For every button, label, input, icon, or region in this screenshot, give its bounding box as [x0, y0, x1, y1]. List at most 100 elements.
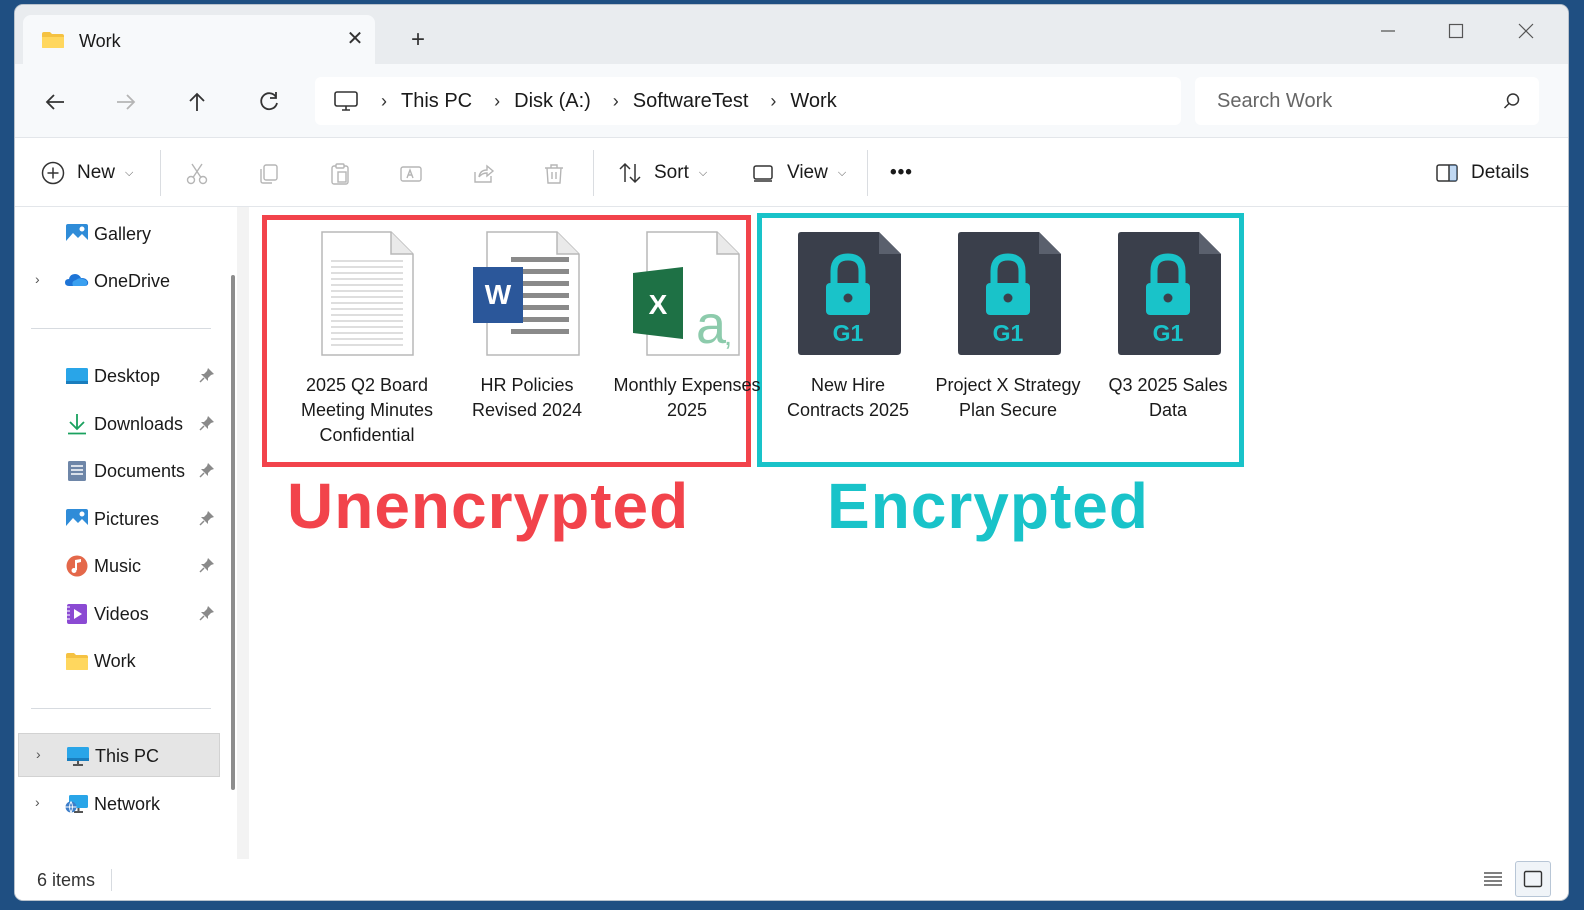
tiles-view-icon	[1523, 870, 1543, 888]
rename-button[interactable]	[397, 160, 425, 188]
cut-button[interactable]	[183, 160, 211, 188]
breadcrumb-disk-a[interactable]: Disk (A:)	[514, 90, 591, 113]
encrypted-file-icon: G1	[1118, 232, 1221, 355]
pin-icon[interactable]	[199, 415, 215, 431]
file-item[interactable]: G1 Project X Strategy Plan Secure	[927, 231, 1089, 423]
details-button[interactable]: Details	[1435, 156, 1529, 190]
sidebar-item-work[interactable]: Work	[15, 639, 220, 683]
share-button[interactable]	[469, 160, 497, 188]
copy-button[interactable]	[255, 160, 283, 188]
file-item[interactable]: W HR Policies Revised 2024	[446, 231, 608, 423]
file-name: HR Policies Revised 2024	[471, 375, 583, 420]
maximize-button[interactable]	[1433, 15, 1479, 51]
sidebar-item-label: Videos	[94, 604, 149, 624]
details-pane-icon	[1436, 164, 1458, 182]
svg-text:W: W	[485, 279, 512, 310]
view-button[interactable]: View ⌵	[751, 156, 846, 190]
share-icon	[474, 164, 495, 183]
sidebar-item-network[interactable]: › Network	[15, 782, 220, 826]
tab-title: Work	[79, 31, 121, 51]
chevron-right-icon: ›	[612, 90, 619, 111]
refresh-button[interactable]	[249, 82, 289, 122]
chevron-right-icon: ›	[770, 90, 777, 111]
sidebar-item-label: This PC	[95, 746, 160, 766]
forward-button[interactable]	[106, 82, 146, 122]
svg-text:a: a	[696, 295, 727, 355]
chevron-down-icon: ⌵	[698, 166, 708, 179]
paste-button[interactable]	[326, 160, 354, 188]
new-button[interactable]: New ⌵	[41, 156, 133, 190]
clipboard-icon	[331, 163, 349, 185]
documents-icon	[68, 461, 86, 481]
large-icons-view-button[interactable]	[1515, 861, 1551, 897]
sidebar-divider	[31, 328, 211, 329]
back-button[interactable]	[35, 82, 75, 122]
close-icon	[1518, 23, 1534, 39]
svg-text:,: ,	[724, 319, 732, 352]
file-item[interactable]: X a , Monthly Expenses 2025	[606, 231, 768, 423]
file-name: 2025 Q2 Board Meeting Minutes Confidenti…	[300, 375, 434, 445]
divider	[160, 150, 161, 196]
tab-close-button[interactable]: ✕	[343, 27, 367, 51]
chevron-right-icon[interactable]: ›	[36, 746, 41, 762]
file-item[interactable]: G1 Q3 2025 Sales Data	[1087, 231, 1249, 423]
sidebar-scrollbar[interactable]	[231, 275, 235, 790]
details-view-button[interactable]	[1475, 861, 1511, 897]
sort-icon	[619, 162, 641, 184]
delete-button[interactable]	[540, 160, 568, 188]
monitor-icon	[334, 91, 358, 111]
this-pc-icon	[67, 747, 89, 766]
navigation-pane: Gallery › OneDrive Desktop Downloads Doc…	[15, 207, 237, 859]
sidebar-item-pictures[interactable]: Pictures	[15, 497, 220, 541]
up-button[interactable]	[177, 82, 217, 122]
minimize-icon	[1381, 30, 1395, 32]
file-item[interactable]: 2025 Q2 Board Meeting Minutes Confidenti…	[286, 231, 448, 448]
pin-icon[interactable]	[199, 462, 215, 478]
sidebar-item-label: Gallery	[94, 224, 152, 244]
minimize-button[interactable]	[1365, 15, 1411, 51]
sidebar-item-videos[interactable]: Videos	[15, 592, 220, 636]
sidebar-item-downloads[interactable]: Downloads	[15, 402, 220, 446]
chevron-right-icon[interactable]: ›	[35, 271, 40, 287]
pin-icon[interactable]	[199, 367, 215, 383]
file-badge: G1	[993, 320, 1024, 346]
new-tab-button[interactable]: +	[405, 27, 431, 53]
search-box[interactable]	[1195, 77, 1539, 125]
sidebar-item-onedrive[interactable]: › OneDrive	[15, 259, 220, 303]
sidebar-item-this-pc[interactable]: › This PC	[18, 733, 220, 777]
list-view-icon	[1484, 872, 1502, 886]
videos-icon	[67, 604, 87, 624]
sort-button[interactable]: Sort ⌵	[618, 156, 707, 190]
pin-icon[interactable]	[199, 510, 215, 526]
network-icon	[65, 795, 88, 813]
file-item[interactable]: G1 New Hire Contracts 2025	[767, 231, 929, 423]
view-icon	[753, 165, 773, 182]
new-label: New	[77, 162, 116, 183]
breadcrumb-softwaretest[interactable]: SoftwareTest	[633, 90, 749, 113]
encrypted-file-icon: G1	[798, 232, 901, 355]
details-label: Details	[1471, 162, 1530, 183]
onedrive-icon	[65, 274, 89, 286]
plus-circle-icon	[41, 161, 65, 185]
close-window-button[interactable]	[1503, 15, 1549, 51]
arrow-left-icon	[45, 94, 64, 110]
pin-icon[interactable]	[199, 557, 215, 573]
pin-icon[interactable]	[199, 605, 215, 621]
breadcrumb-work[interactable]: Work	[790, 90, 836, 113]
tab-work[interactable]: Work ✕	[23, 15, 375, 64]
more-options-button[interactable]: •••	[890, 156, 913, 190]
sidebar-item-documents[interactable]: Documents	[15, 449, 220, 493]
command-bar: New ⌵ Sort ⌵ View ⌵ ••• Details	[15, 137, 1568, 207]
sidebar-item-label: Network	[94, 794, 161, 814]
sidebar-item-gallery[interactable]: Gallery	[15, 212, 220, 256]
chevron-down-icon: ⌵	[125, 166, 134, 179]
rename-icon	[400, 166, 422, 182]
breadcrumb[interactable]: › This PC › Disk (A:) › SoftwareTest › W…	[315, 77, 1181, 125]
chevron-right-icon[interactable]: ›	[35, 794, 40, 810]
sort-label: Sort	[654, 162, 689, 183]
chevron-right-icon: ›	[381, 90, 387, 111]
sidebar-item-desktop[interactable]: Desktop	[15, 354, 220, 398]
sidebar-item-music[interactable]: Music	[15, 544, 220, 588]
search-input[interactable]	[1217, 89, 1487, 113]
breadcrumb-this-pc[interactable]: This PC	[401, 90, 472, 113]
